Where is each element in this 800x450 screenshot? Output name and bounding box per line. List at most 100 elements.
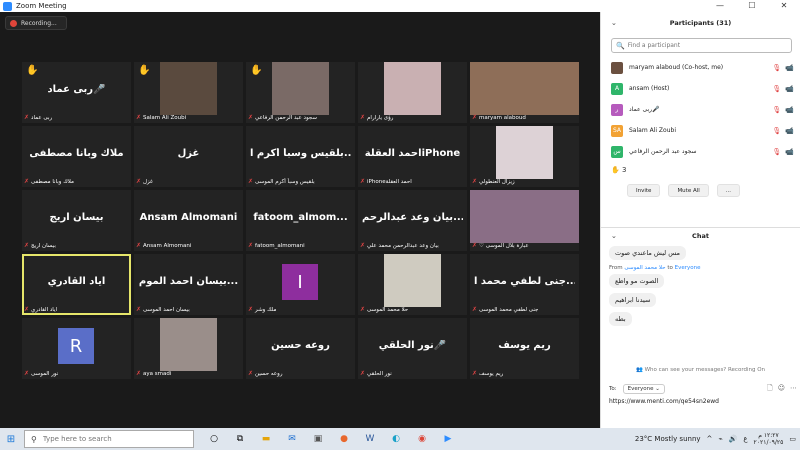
sender-name[interactable]: حلا محمد الموسى — [624, 265, 665, 271]
participant-status-icons: 🎙 📹 — [772, 106, 794, 114]
tile-name-text: بلقيس وسبأ أكرم الموسى — [255, 178, 315, 185]
more-icon[interactable]: ⋯ — [790, 384, 797, 395]
chrome-icon[interactable]: ◉ — [414, 431, 430, 447]
video-tile[interactable]: Ansam Almomani ✗ Ansam Almomani — [134, 190, 243, 251]
participant-display-name: بيسان اريج — [49, 212, 104, 223]
raised-hand-icon: ✋ — [138, 65, 151, 76]
video-tile[interactable]: I ✗ ملك وشر — [246, 254, 355, 315]
tile-name-text: نور الموسى — [31, 370, 59, 377]
participant-search[interactable]: 🔍 — [611, 38, 792, 53]
tile-name-label: ✗ Salam Ali Zoubi — [136, 114, 241, 121]
video-tile[interactable]: ✗ حلا محمد الموسى — [358, 254, 467, 315]
mic-muted-icon: ✗ — [24, 114, 30, 121]
edge-icon[interactable]: ◐ — [388, 431, 404, 447]
video-tile[interactable]: بيسان اريج ✗ بيسان اريج — [22, 190, 131, 251]
chevron-down-icon[interactable]: ⌄ — [611, 232, 617, 240]
tile-name-label: ✗ ♡ عبارة بلال الموسى — [472, 242, 577, 249]
video-tile[interactable]: ريم يوسف ✗ ريم يوسف — [470, 318, 579, 379]
taskbar-search[interactable]: ⚲ — [24, 430, 194, 448]
close-button[interactable]: ✕ — [768, 0, 800, 12]
video-tile[interactable]: ✗ ♡ عبارة بلال الموسى — [470, 190, 579, 251]
chat-messages: مس ليش ماعندي صوت From حلا محمد الموسى t… — [609, 246, 794, 331]
participant-avatar: A — [611, 82, 623, 95]
participant-display-name: fatoom_almom... — [253, 212, 348, 223]
participant-video — [384, 254, 441, 307]
participant-display-name: نور الحلقي🎤 — [378, 340, 447, 351]
video-tile[interactable]: ✋ ربى عماد🎤 ✗ ربى عماد — [22, 62, 131, 123]
language-indicator[interactable]: ع — [743, 435, 747, 443]
chat-input[interactable] — [609, 398, 795, 405]
recipient-select[interactable]: Everyone ⌄ — [622, 384, 665, 394]
video-tile[interactable]: بيسان احمد الموم... ✗ بيسان احمد الموسى — [134, 254, 243, 315]
participant-name: ansam (Host) — [629, 85, 670, 92]
task-view-icon[interactable]: ⧉ — [232, 431, 248, 447]
zoom-taskbar-icon[interactable]: ▶ — [440, 431, 456, 447]
participant-video — [160, 62, 217, 115]
participant-row[interactable]: ر ربى عماد🎤 🎙 📹 — [601, 99, 800, 120]
video-tile[interactable]: بلقيس وسبأ أكرم ا... ✗بلقيس وسبأ أكرم الم… — [246, 126, 355, 187]
video-tile[interactable]: بيان وعد عبدالرحم... ✗بيان وعد عبدالرحمن … — [358, 190, 467, 251]
participant-row[interactable]: س سجود عبد الرحمن الرفاعي 🎙 📹 — [601, 141, 800, 162]
invite-button[interactable]: Invite — [627, 184, 661, 197]
volume-icon[interactable]: 🔊 — [729, 435, 738, 443]
video-tile[interactable]: ✗ aya smadi — [134, 318, 243, 379]
maximize-button[interactable]: ☐ — [736, 0, 768, 12]
mic-muted-icon: ✗ — [472, 242, 478, 249]
mic-muted-icon: ✗ — [136, 370, 142, 377]
participant-row[interactable]: maryam alaboud (Co-host, me) 🎙 📹 — [601, 57, 800, 78]
chevron-down-icon[interactable]: ⌄ — [611, 19, 617, 27]
participant-name: Salam Ali Zoubi — [629, 127, 676, 134]
taskbar-search-input[interactable] — [42, 435, 183, 443]
hand-count-value: 3 — [621, 166, 627, 174]
store-icon[interactable]: ▣ — [310, 431, 326, 447]
video-tile[interactable]: جنى لطفي محمد ا... ✗جنى لطفي محمد الموسى — [470, 254, 579, 315]
cortana-icon[interactable]: ○ — [206, 431, 222, 447]
system-tray: 23°C Mostly sunny ^ ⌁ 🔊 ع ١٢:٢٧ م ٢٠٢١/٠… — [635, 432, 796, 446]
tile-name-text: ♡ عبارة بلال الموسى — [479, 242, 529, 249]
mail-icon[interactable]: ✉ — [284, 431, 300, 447]
participant-search-input[interactable] — [627, 42, 778, 49]
clock[interactable]: ١٢:٢٧ م ٢٠٢١/٠٩/٢٥ — [754, 432, 784, 446]
video-gallery: ✋ ربى عماد🎤 ✗ ربى عماد ✋ ✗ Salam Ali Zoubi ✋ ✗ سج… — [22, 62, 579, 379]
record-icon — [10, 19, 17, 27]
video-tile[interactable]: ملاك وبانا مصطفى ✗ ملاك وبانا مصطفى — [22, 126, 131, 187]
tile-name-label: ✗ رؤى يارارام — [360, 114, 465, 121]
notifications-icon[interactable]: ▭ — [789, 435, 796, 443]
weather-widget[interactable]: 23°C Mostly sunny — [635, 435, 701, 443]
video-tile[interactable]: ✋ ✗ Salam Ali Zoubi — [134, 62, 243, 123]
recording-indicator[interactable]: Recording... — [5, 16, 67, 30]
minimize-button[interactable]: — — [704, 0, 736, 12]
mute-all-button[interactable]: Mute All — [668, 184, 709, 197]
tray-chevron-icon[interactable]: ^ — [707, 435, 713, 443]
recipient-name[interactable]: Everyone — [675, 265, 701, 271]
firefox-icon[interactable]: ● — [336, 431, 352, 447]
video-tile[interactable]: ✗ زيزال العنطولي — [470, 126, 579, 187]
video-tile[interactable]: روعه حسين ✗ روعه حسين — [246, 318, 355, 379]
participant-avatar: س — [611, 145, 623, 158]
video-tile[interactable]: ✋ ✗ سجود عبد الرحمن الرفاعي — [246, 62, 355, 123]
word-icon[interactable]: W — [362, 431, 378, 447]
video-tile[interactable]: R ✗ نور الموسى — [22, 318, 131, 379]
chat-privacy-notice[interactable]: 👥 Who can see your messages? Recording O… — [601, 367, 800, 373]
video-tile[interactable]: نور الحلقي🎤 ✗ نور الحلقي — [358, 318, 467, 379]
more-button[interactable]: ... — [716, 184, 741, 197]
tile-name-label: ✗ بيسان احمد الموسى — [136, 306, 241, 313]
network-icon[interactable]: ⌁ — [718, 435, 722, 443]
participant-row[interactable]: SA Salam Ali Zoubi 🎙 📹 — [601, 120, 800, 141]
video-tile[interactable]: احمد العقلةiPhone ✗ iPhoneاحمد العقلة — [358, 126, 467, 187]
mic-muted-icon: ✗ — [360, 242, 366, 249]
tile-name-label: ✗ بيان وعد عبدالرحمن محمد علي — [360, 242, 465, 249]
file-explorer-icon[interactable]: ▬ — [258, 431, 274, 447]
file-icon[interactable]: 🗋 — [767, 384, 773, 395]
video-tile[interactable]: ✗ رؤى يارارام — [358, 62, 467, 123]
windows-taskbar: ⊞ ⚲ ○ ⧉ ▬ ✉ ▣ ● W ◐ ◉ ▶ 23°C Mostly sunn… — [0, 428, 800, 450]
windows-start-icon[interactable]: ⊞ — [0, 434, 22, 445]
video-tile[interactable]: fatoom_almom... ✗ fatoom_almomani — [246, 190, 355, 251]
video-tile[interactable]: ✗ maryam alaboud — [470, 62, 579, 123]
participant-row[interactable]: Aansam (Host) 🎙 📹 — [601, 78, 800, 99]
video-tile[interactable]: اياد القادري ✗ اياد القادري — [22, 254, 131, 315]
emoji-icon[interactable]: ☺ — [778, 384, 785, 395]
video-tile[interactable]: غزل ✗ غزل — [134, 126, 243, 187]
mic-muted-icon: ✗ — [360, 370, 366, 377]
tile-name-text: بيسان اريج — [31, 242, 56, 249]
